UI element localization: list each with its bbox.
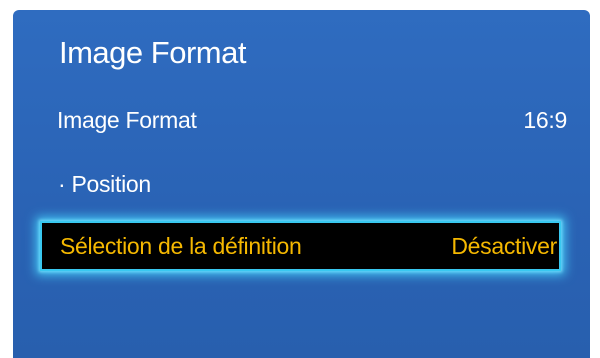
menu-item-label: · Position — [58, 170, 151, 197]
menu-item-resolution-selection[interactable]: Sélection de la définition Désactiver — [40, 221, 561, 271]
menu-item-value: 16:9 — [523, 106, 567, 133]
menu-item-position[interactable]: · Position — [57, 160, 567, 208]
osd-menu-panel: Image Format Image Format 16:9 · Positio… — [13, 10, 590, 358]
menu-title: Image Format — [59, 35, 246, 70]
menu-item-value: Désactiver — [451, 232, 557, 259]
menu-item-label: Sélection de la définition — [60, 232, 302, 259]
menu-item-label: Image Format — [57, 106, 197, 133]
menu-item-image-format[interactable]: Image Format 16:9 — [57, 96, 567, 144]
